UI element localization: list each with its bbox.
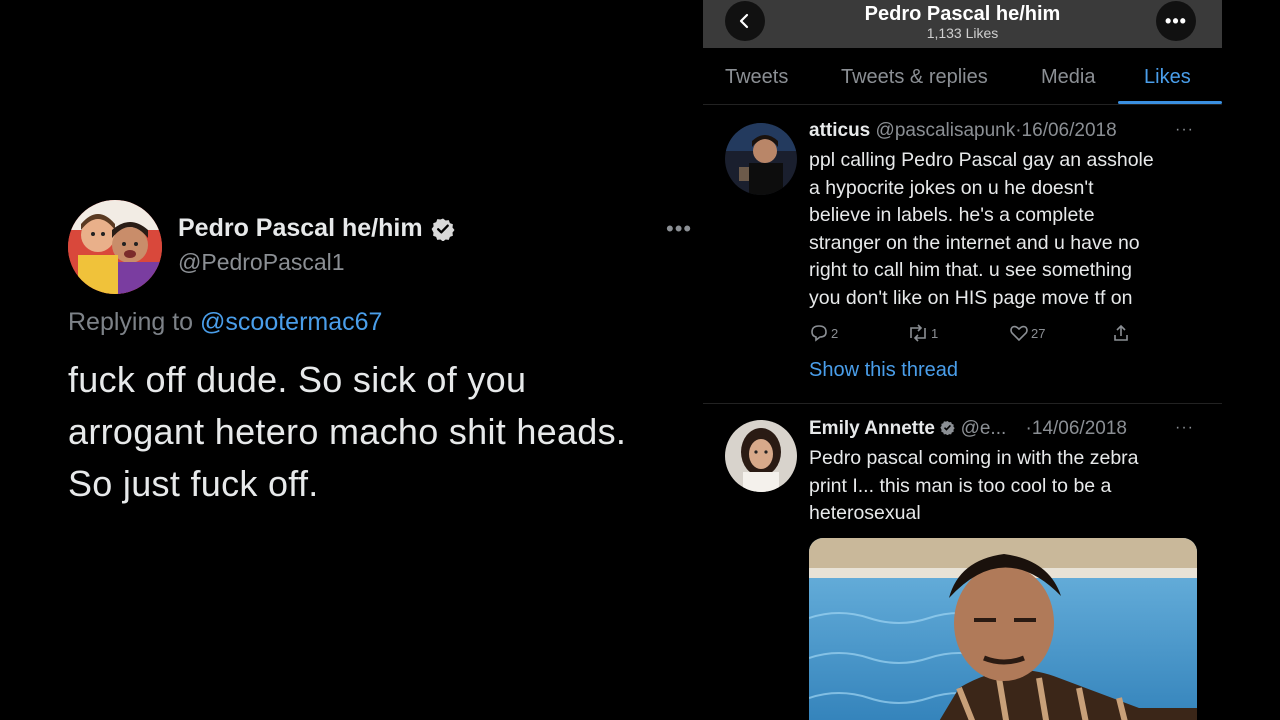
show-thread-link[interactable]: Show this thread [809,359,958,382]
share-action[interactable] [1111,323,1131,343]
tweet-text-line: fuck off dude. So sick of you [68,359,527,400]
tweet-image[interactable] [809,538,1197,720]
avatar[interactable] [725,123,797,195]
replying-mention-link[interactable]: @scootermac67 [200,308,382,336]
active-tab-indicator [1118,101,1222,104]
item-header: atticus @pascalisapunk·16/06/2018 [809,120,1117,142]
tab-likes[interactable]: Likes [1144,66,1191,89]
replying-to-line: Replying to @scootermac67 [68,308,382,337]
item-author-name[interactable]: Emily Annette [809,418,935,439]
item-header: Emily Annette @e... ·14/06/2018 [809,418,1127,440]
tab-tweets[interactable]: Tweets [725,66,788,89]
like-action[interactable]: 27 [1009,323,1045,343]
item-more-icon[interactable]: ··· [1175,419,1194,437]
tweet-text-line: arrogant hetero macho shit heads. [68,411,627,452]
tweet-text: fuck off dude. So sick of you arrogant h… [68,354,708,510]
author-name-row[interactable]: Pedro Pascal he/him [178,214,455,243]
item-text: ppl calling Pedro Pascal gay an asshole … [809,147,1204,313]
item-date: ·14/06/2018 [1025,418,1127,439]
author-avatar[interactable] [68,200,162,294]
reply-icon [811,325,827,342]
item-text-line: right to call him that. u see something [809,259,1132,282]
item-text-line: believe in labels. he's a complete [809,204,1095,227]
tab-media[interactable]: Media [1041,66,1095,89]
item-text: Pedro pascal coming in with the zebra pr… [809,445,1204,528]
profile-likes-screen: Pedro Pascal he/him 1,133 Likes ••• Twee… [703,0,1222,720]
retweet-icon [910,324,926,342]
profile-title: Pedro Pascal he/him [864,3,1061,25]
item-author-name[interactable]: atticus [809,120,870,141]
profile-header-bar: Pedro Pascal he/him 1,133 Likes ••• [703,0,1222,48]
profile-tabs: Tweets Tweets & replies Media Likes [703,48,1222,105]
item-actions: 2 1 27 [809,323,1149,347]
header-more-button[interactable]: ••• [1156,1,1196,41]
item-divider [703,403,1222,404]
profile-likes-count: 1,133 Likes [926,25,999,41]
like-count: 27 [1031,325,1046,341]
author-info: Pedro Pascal he/him @PedroPascal1 [178,214,455,276]
heart-icon [1010,325,1028,342]
tab-tweets-replies[interactable]: Tweets & replies [841,66,988,89]
item-text-line: print I... this man is too cool to be a [809,474,1112,497]
item-text-line: you don't like on HIS page move tf on [809,286,1133,309]
item-date: ·16/06/2018 [1015,120,1117,141]
replying-prefix: Replying to [68,308,201,336]
author-name[interactable]: Pedro Pascal he/him [178,214,423,243]
item-more-icon[interactable]: ··· [1175,121,1194,139]
tweet-text-line: So just fuck off. [68,463,319,504]
share-icon [1114,324,1128,341]
more-options-icon[interactable]: ••• [666,216,692,242]
item-text-line: stranger on the internet and u have no [809,231,1140,254]
item-author-handle[interactable]: @e... [961,418,1007,439]
item-text-line: Pedro pascal coming in with the zebra [809,447,1139,469]
author-handle[interactable]: @PedroPascal1 [178,249,455,276]
reply-count: 2 [831,325,839,341]
verified-badge-icon [940,420,955,436]
verified-badge-icon [431,217,455,241]
item-text-line: a hypocrite jokes on u he doesn't [809,176,1094,199]
item-author-handle[interactable]: @pascalisapunk [876,120,1016,141]
retweet-count: 1 [931,325,939,341]
item-text-line: heterosexual [809,502,921,525]
item-text-line: ppl calling Pedro Pascal gay an asshole [809,149,1154,171]
reply-action[interactable]: 2 [809,323,838,343]
avatar[interactable] [725,420,797,492]
retweet-action[interactable]: 1 [907,323,938,343]
